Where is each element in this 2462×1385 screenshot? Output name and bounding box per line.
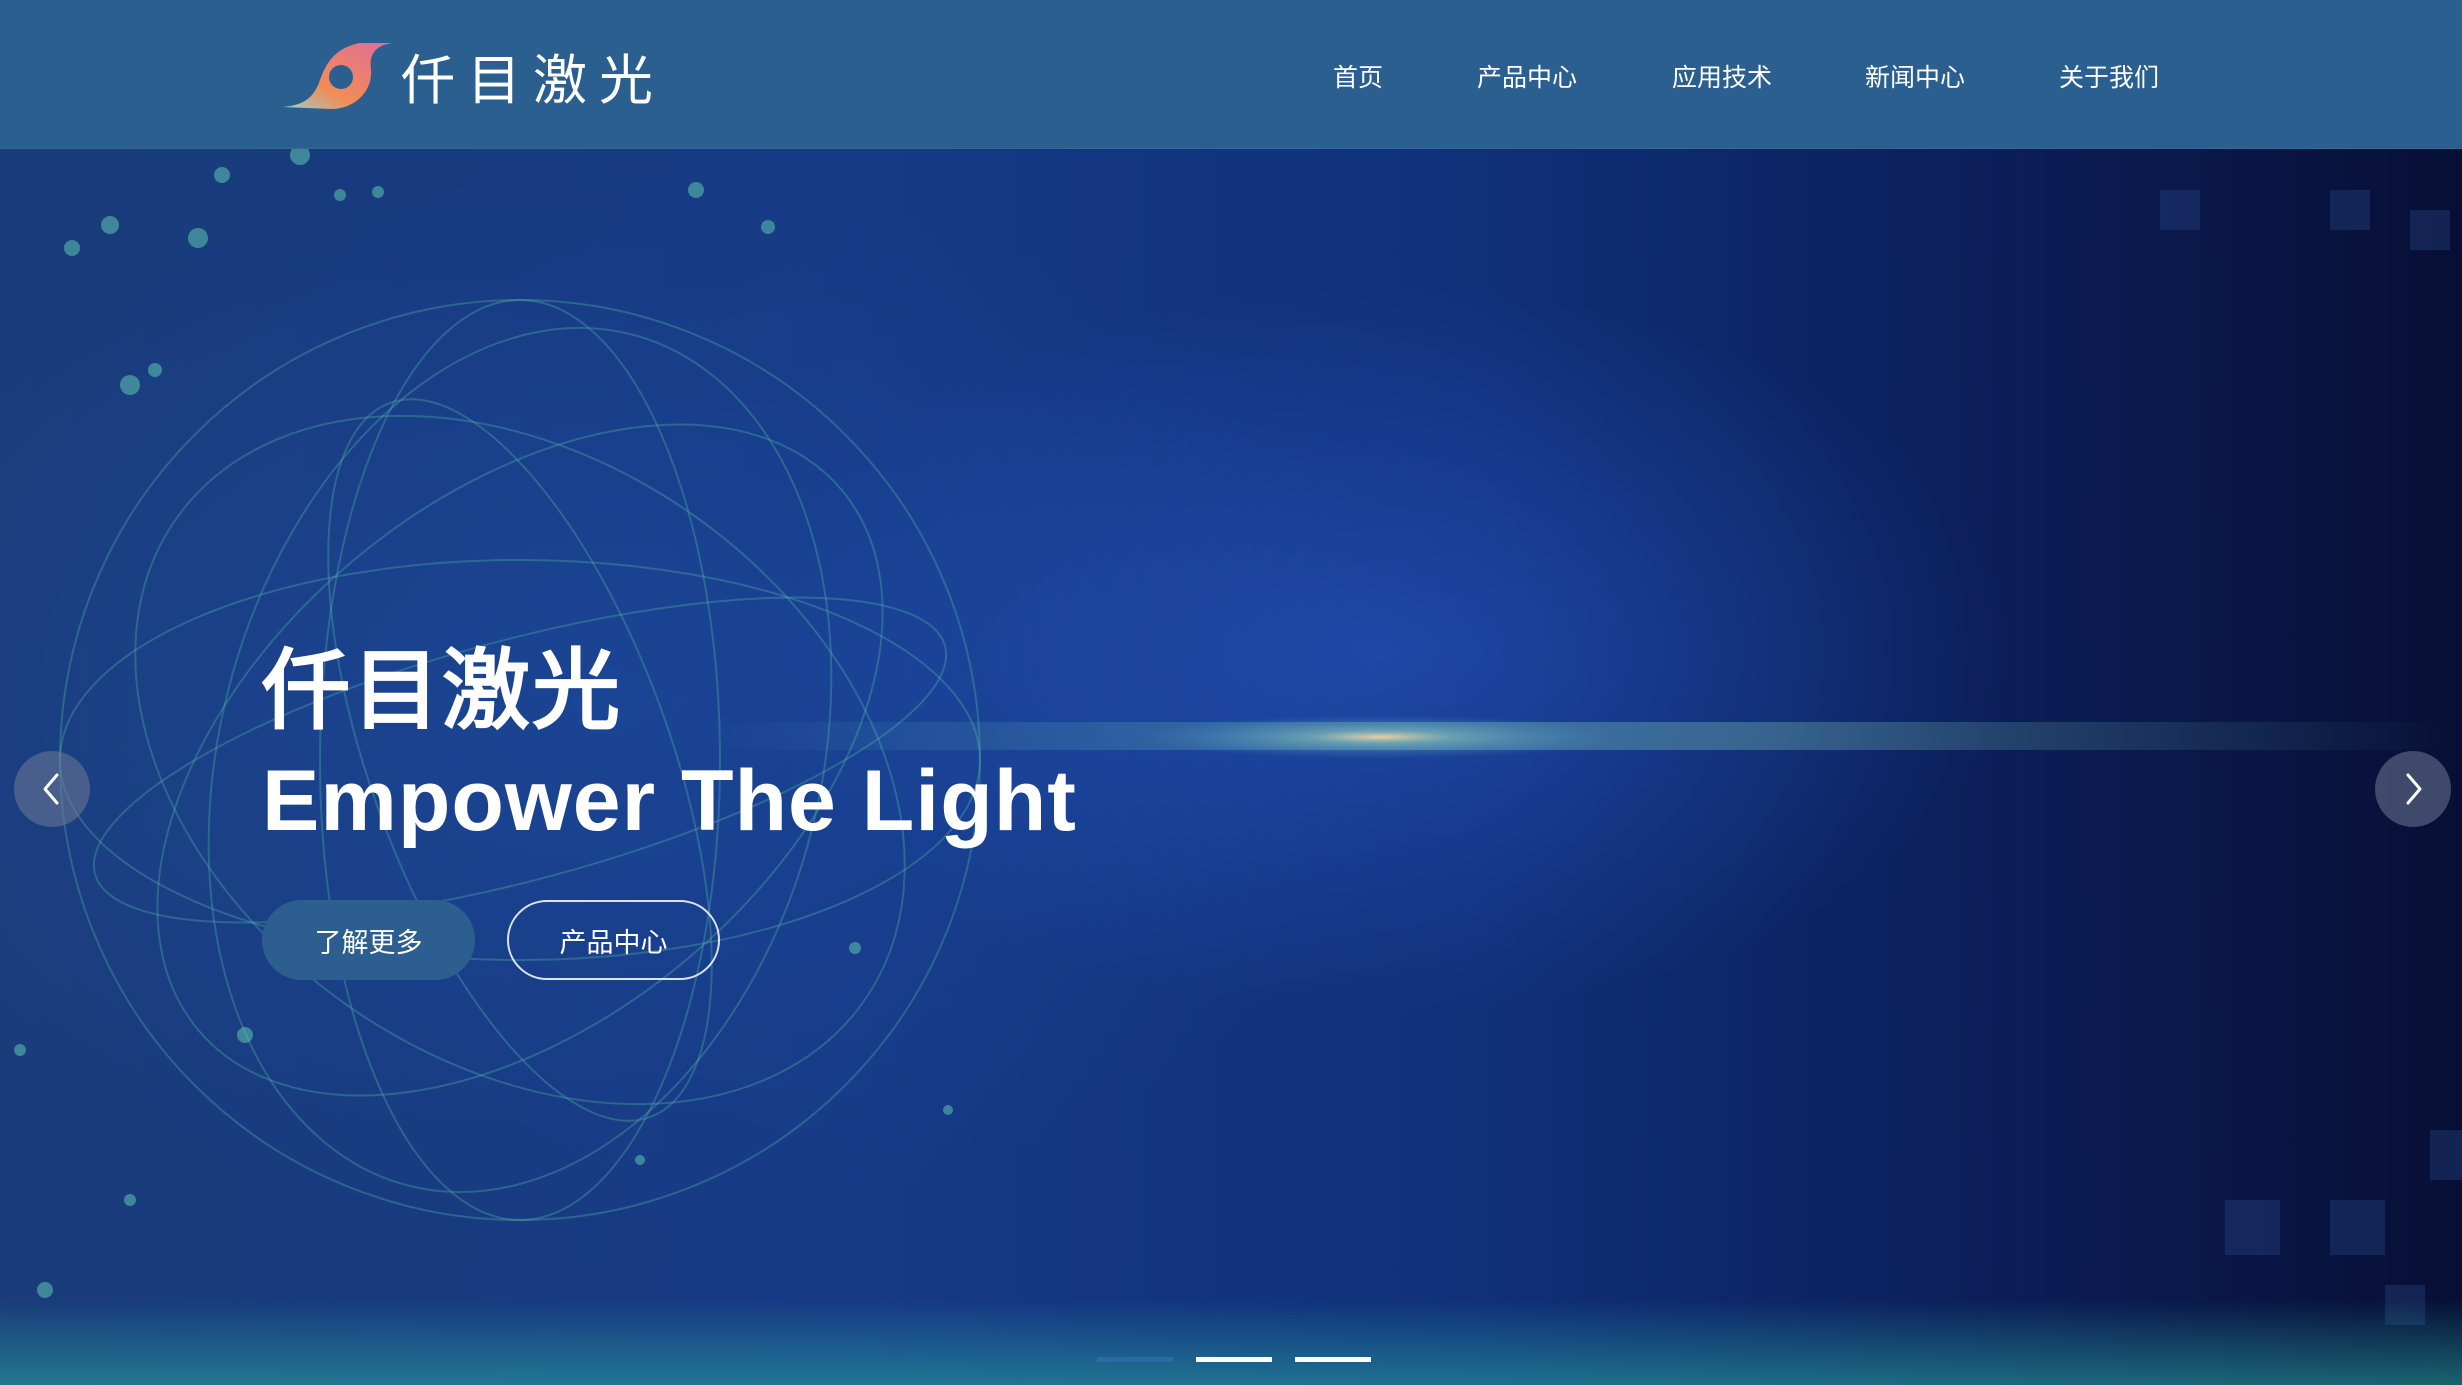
nav-item-about[interactable]: 关于我们	[2059, 58, 2159, 94]
page: 仟目激光 首页 产品中心 应用技术 新闻中心 关于我们 仟目激光 Empower…	[0, 0, 2462, 1385]
carousel-dot-2[interactable]	[1196, 1357, 1272, 1362]
carousel-indicators	[1097, 1357, 1371, 1363]
nav-item-home[interactable]: 首页	[1333, 58, 1383, 94]
nav-item-news[interactable]: 新闻中心	[1865, 58, 1965, 94]
carousel-prev-button[interactable]	[14, 751, 90, 827]
chevron-left-icon	[43, 773, 59, 805]
nav-item-technology[interactable]: 应用技术	[1672, 58, 1772, 94]
top-navbar: 仟目激光 首页 产品中心 应用技术 新闻中心 关于我们	[0, 0, 2462, 149]
hero-title: 仟目激光	[262, 641, 623, 740]
carousel-next-button[interactable]	[2375, 751, 2451, 827]
carousel-dot-3[interactable]	[1295, 1357, 1371, 1362]
product-center-button[interactable]: 产品中心	[507, 900, 720, 980]
hero-subtitle: Empower The Light	[262, 753, 1077, 849]
logo[interactable]: 仟目激光	[275, 30, 665, 120]
chevron-right-icon	[2406, 773, 2422, 805]
logo-text: 仟目激光	[401, 50, 665, 111]
learn-more-button[interactable]: 了解更多	[262, 900, 475, 980]
carousel-dot-1[interactable]	[1097, 1357, 1173, 1362]
nav-item-products[interactable]: 产品中心	[1477, 58, 1577, 94]
logo-icon	[283, 43, 393, 109]
